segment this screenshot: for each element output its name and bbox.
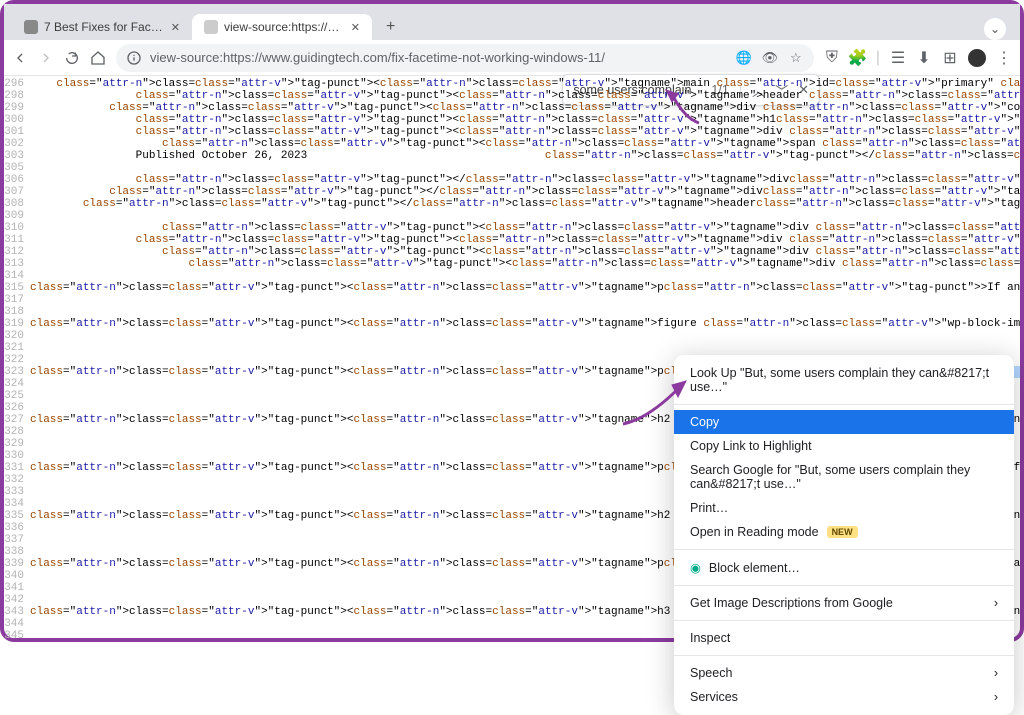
profile-avatar[interactable] [968,49,986,67]
source-line[interactable]: 302 class="attr-n">class=class="attr-v">… [4,138,1020,150]
source-line[interactable]: 298 class="attr-n">class=class="attr-v">… [4,90,1020,102]
cm-lookup[interactable]: Look Up "But, some users complain they c… [674,361,1014,399]
source-line[interactable]: 321 [4,342,1020,354]
source-line[interactable]: 305 [4,162,1020,174]
toolbar: view-source:https://www.guidingtech.com/… [4,40,1020,76]
tab-active[interactable]: view-source:https://www.gu ✕ [192,14,372,40]
favicon-icon [204,20,218,34]
shield-icon[interactable]: ⛨ [824,50,840,66]
source-line[interactable]: 320 [4,330,1020,342]
url-text: view-source:https://www.guidingtech.com/… [150,50,605,65]
source-line[interactable]: 313 class="attr-n">class=class="attr-v">… [4,258,1020,270]
star-icon[interactable]: ☆ [788,50,804,66]
back-icon[interactable] [12,50,28,66]
home-icon[interactable] [90,50,106,66]
eye-off-icon[interactable]: 👁 [762,50,778,66]
forward-icon[interactable] [38,50,54,66]
cm-copy[interactable]: Copy [674,410,1014,434]
cm-speech[interactable]: Speech› [674,661,1014,685]
chevron-right-icon: › [994,666,998,680]
source-line[interactable]: 319class="attr-n">class=class="attr-v">"… [4,318,1020,330]
shield-icon: ◉ [690,560,701,575]
tab-title: 7 Best Fixes for FaceTime No [44,20,165,34]
source-line[interactable]: 299 class="attr-n">class=class="attr-v">… [4,102,1020,114]
tab-strip: 7 Best Fixes for FaceTime No ✕ view-sour… [4,4,1020,40]
source-line[interactable]: 318 [4,306,1020,318]
source-line[interactable]: 308 class="attr-n">class=class="attr-v">… [4,198,1020,210]
apps-icon[interactable]: ⊞ [942,50,958,66]
source-line[interactable]: 312 class="attr-n">class=class="attr-v">… [4,246,1020,258]
source-line[interactable]: 296 class="attr-n">class=class="attr-v">… [4,78,1020,90]
cm-search-google[interactable]: Search Google for "But, some users compl… [674,458,1014,496]
translate-icon[interactable]: 🌐 [736,50,752,66]
source-line[interactable]: 309 [4,210,1020,222]
download-icon[interactable]: ⬇ [916,50,932,66]
tab-title: view-source:https://www.gu [224,20,345,34]
chevron-right-icon: › [994,690,998,704]
source-line[interactable]: 301 class="attr-n">class=class="attr-v">… [4,126,1020,138]
source-line[interactable]: 317 [4,294,1020,306]
cm-block-element[interactable]: ◉Block element… [674,555,1014,580]
close-icon[interactable]: ✕ [171,21,180,34]
source-line[interactable]: 303 Published October 26, 2023 class="at… [4,150,1020,162]
omnibox[interactable]: view-source:https://www.guidingtech.com/… [116,44,814,72]
cm-services[interactable]: Services› [674,685,1014,709]
chevron-right-icon: › [994,596,998,610]
source-line[interactable]: 314 [4,270,1020,282]
source-line[interactable]: 310 class="attr-n">class=class="attr-v">… [4,222,1020,234]
source-line[interactable]: 315class="attr-n">class=class="attr-v">"… [4,282,1020,294]
source-line[interactable]: 307 class="attr-n">class=class="attr-v">… [4,186,1020,198]
cm-reading-mode[interactable]: Open in Reading modeNEW [674,520,1014,544]
source-line[interactable]: 306 class="attr-n">class=class="attr-v">… [4,174,1020,186]
extensions-icon[interactable]: 🧩 [850,50,866,66]
context-menu: Look Up "But, some users complain they c… [674,355,1014,715]
cm-copy-link[interactable]: Copy Link to Highlight [674,434,1014,458]
cm-inspect[interactable]: Inspect [674,626,1014,650]
new-tab-button[interactable]: + [378,14,403,40]
cm-image-descriptions[interactable]: Get Image Descriptions from Google› [674,591,1014,615]
source-line[interactable]: 311 class="attr-n">class=class="attr-v">… [4,234,1020,246]
reader-icon[interactable]: ☰ [890,50,906,66]
info-icon[interactable] [126,50,142,66]
minimize-button[interactable]: ⌄ [984,18,1006,40]
tab-inactive[interactable]: 7 Best Fixes for FaceTime No ✕ [12,14,192,40]
menu-icon[interactable]: ⋮ [996,50,1012,66]
source-line[interactable]: 300 class="attr-n">class=class="attr-v">… [4,114,1020,126]
close-icon[interactable]: ✕ [351,21,360,34]
reload-icon[interactable] [64,50,80,66]
favicon-icon [24,20,38,34]
cm-print[interactable]: Print… [674,496,1014,520]
